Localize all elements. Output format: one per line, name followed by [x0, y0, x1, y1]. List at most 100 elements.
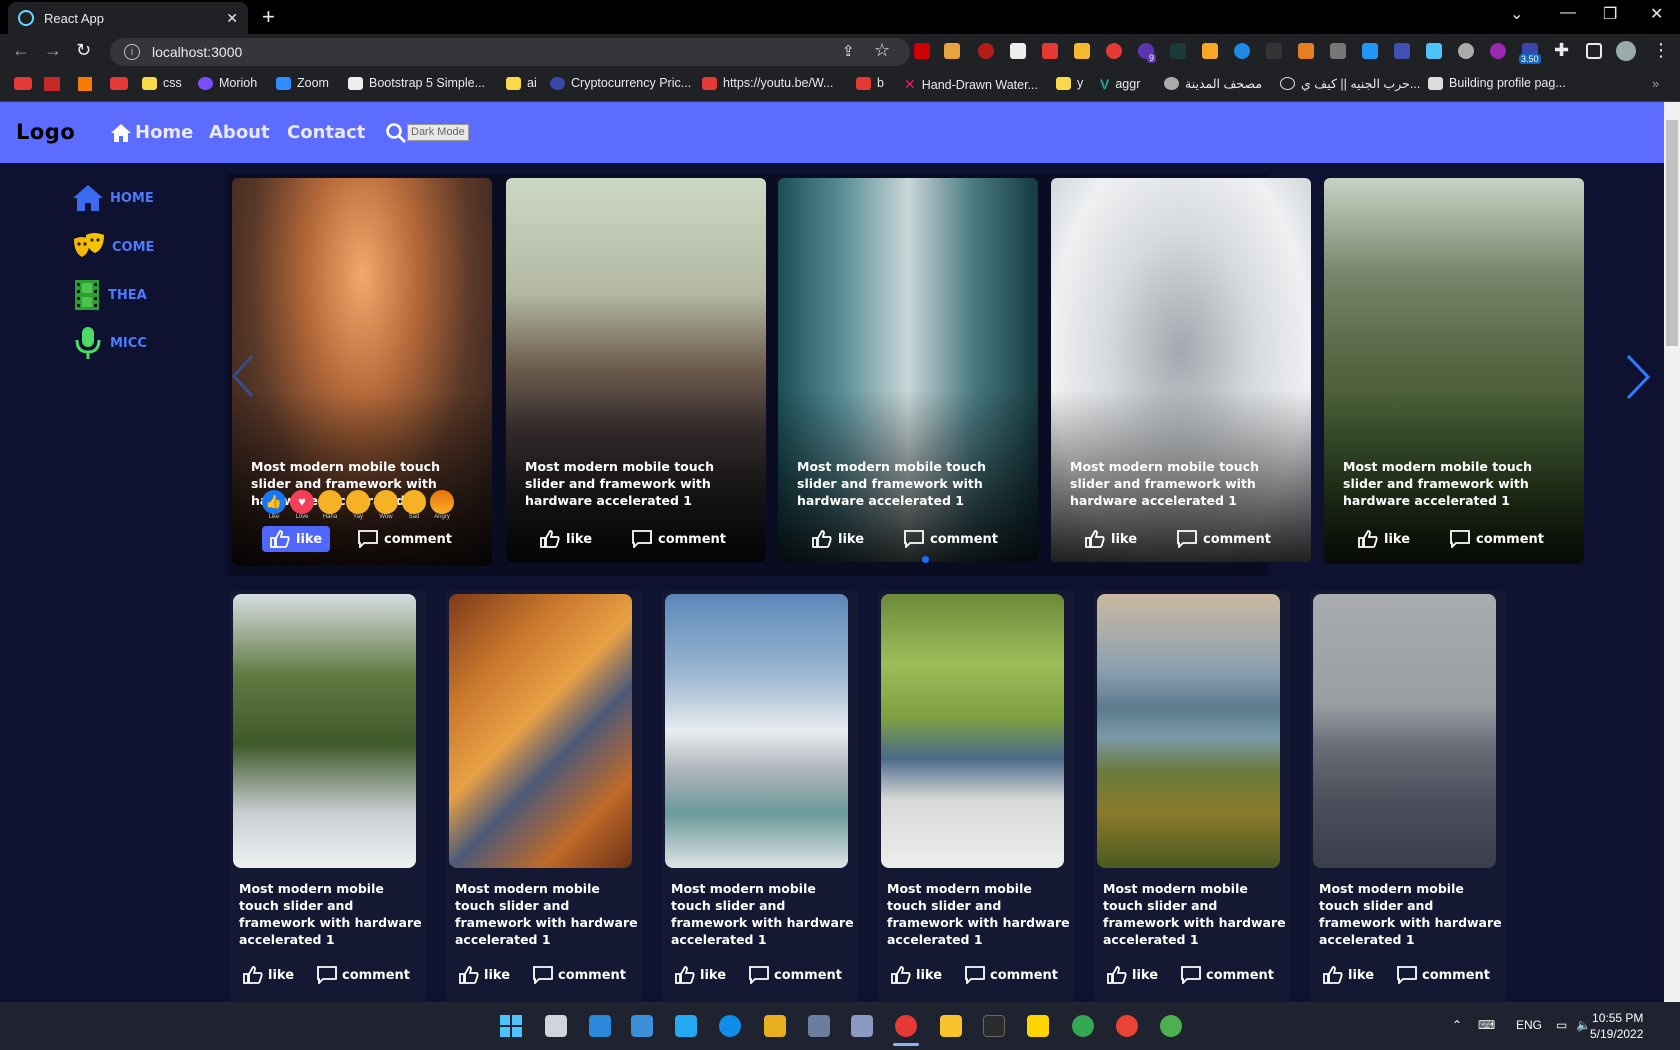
bookmark-bootstrap[interactable]: Bootstrap 5 Simple... [348, 76, 485, 90]
app-icon[interactable] [764, 1015, 786, 1037]
extension-icon[interactable] [1458, 43, 1474, 59]
forward-icon[interactable]: → [44, 40, 62, 61]
bookmark-star-icon[interactable]: ☆ [874, 40, 890, 61]
like-button[interactable]: like [812, 530, 864, 548]
grid-card[interactable]: Most modern mobile touch slider and fram… [1309, 590, 1507, 1004]
bookmark-profile-page[interactable]: Building profile pag... [1428, 76, 1566, 90]
reaction-yay[interactable]: Yay [346, 490, 370, 520]
app-icon[interactable] [1160, 1015, 1182, 1037]
bookmark-icon[interactable] [78, 77, 92, 91]
extension-icon[interactable] [1074, 43, 1090, 59]
extension-icon[interactable] [1170, 43, 1186, 59]
new-tab-button[interactable]: + [262, 4, 275, 30]
slider-card[interactable]: Most modern mobile touch slider and fram… [1051, 178, 1311, 562]
sidepanel-icon[interactable] [1586, 43, 1602, 59]
youtube-icon[interactable] [110, 77, 128, 90]
bookmark-y[interactable]: y [1056, 76, 1083, 90]
sidebar-item-comedy[interactable]: COME [72, 231, 154, 263]
youtube-icon[interactable] [1042, 43, 1058, 59]
like-button[interactable]: like [540, 530, 592, 548]
comment-button[interactable]: comment [904, 530, 998, 548]
chrome-icon[interactable] [1072, 1015, 1094, 1037]
comment-button[interactable]: comment [1397, 966, 1490, 984]
comment-button[interactable]: comment [1181, 966, 1274, 984]
grid-card[interactable]: Most modern mobile touch slider and fram… [877, 590, 1075, 1004]
scrollbar-thumb[interactable] [1666, 120, 1678, 346]
bookmark-arabic[interactable]: حرب الجنيه || كيف ي... [1280, 76, 1420, 91]
sidebar-item-theater[interactable]: THEA [72, 279, 147, 311]
extension-icon[interactable] [1330, 43, 1346, 59]
bookmark-aggr[interactable]: Vaggr [1100, 76, 1140, 92]
browser-tab[interactable]: React App ✕ [8, 2, 248, 34]
like-button[interactable]: like [1323, 966, 1374, 984]
comment-button[interactable]: comment [533, 966, 626, 984]
extension-icon[interactable] [944, 43, 960, 59]
grid-card[interactable]: Most modern mobile touch slider and fram… [661, 590, 859, 1004]
extension-icon[interactable] [1394, 43, 1410, 59]
grid-card[interactable]: Most modern mobile touch slider and fram… [445, 590, 643, 1004]
bookmark-icon[interactable] [44, 77, 60, 91]
chrome-icon[interactable] [895, 1015, 917, 1037]
reaction-sad[interactable]: Sad [402, 490, 426, 520]
like-button[interactable]: like [1085, 530, 1137, 548]
reaction-like[interactable]: 👍 Like [262, 490, 286, 520]
bookmark-css[interactable]: css [142, 76, 182, 90]
chrome-icon[interactable] [1116, 1015, 1138, 1037]
app-logo[interactable]: Logo [16, 120, 75, 144]
reload-icon[interactable]: ↻ [76, 40, 91, 61]
slider-next-icon[interactable] [1626, 354, 1650, 400]
like-button[interactable]: like [459, 966, 510, 984]
extension-icon[interactable] [1490, 43, 1506, 59]
tab-search-icon[interactable]: ⌄ [1510, 4, 1523, 24]
slider-card[interactable]: Most modern mobile touch slider and fram… [232, 178, 492, 566]
sidebar-item-home[interactable]: HOME [72, 184, 154, 212]
comment-button[interactable]: comment [317, 966, 410, 984]
extension-icon[interactable] [1010, 43, 1026, 59]
reaction-angry[interactable]: Angry [430, 490, 454, 520]
extension-icon[interactable] [1106, 43, 1122, 59]
like-button[interactable]: like [675, 966, 726, 984]
network-icon[interactable]: ▭ [1556, 1018, 1567, 1032]
close-tab-icon[interactable]: ✕ [226, 10, 238, 27]
comment-button[interactable]: comment [965, 966, 1058, 984]
extension-icon[interactable] [1362, 43, 1378, 59]
store-icon[interactable] [631, 1015, 653, 1037]
more-bookmarks-icon[interactable]: » [1652, 76, 1659, 91]
slider-card[interactable]: Most modern mobile touch slider and fram… [506, 178, 766, 562]
system-clock[interactable]: 10:55 PM 5/19/2022 [1590, 1010, 1643, 1042]
volume-icon[interactable]: 🔈 [1576, 1018, 1591, 1032]
reaction-love[interactable]: ♥ Love [290, 490, 314, 520]
extension-icon[interactable] [914, 43, 930, 59]
slider-prev-icon[interactable] [232, 354, 254, 398]
task-view-icon[interactable] [545, 1015, 567, 1037]
bookmark-mushaf[interactable]: مصحف المدينة [1164, 76, 1262, 91]
extension-icon[interactable] [1266, 43, 1282, 59]
bookmark-ai[interactable]: ai [506, 76, 537, 90]
extension-icon[interactable] [1426, 43, 1442, 59]
maximize-icon[interactable]: ❐ [1603, 4, 1617, 24]
terminal-icon[interactable] [983, 1015, 1005, 1037]
grid-card[interactable]: Most modern mobile touch slider and fram… [229, 590, 427, 1004]
app-icon[interactable] [589, 1015, 611, 1037]
bookmark-watercolor[interactable]: ✕ Hand-Drawn Water... [904, 76, 1038, 93]
bookmark-crypto[interactable]: Cryptocurrency Pric... [550, 76, 691, 90]
like-button[interactable]: like [262, 526, 331, 552]
file-explorer-icon[interactable] [940, 1015, 962, 1037]
profile-avatar[interactable] [1616, 41, 1636, 61]
like-button[interactable]: like [1358, 530, 1410, 548]
bookmark-youtube[interactable]: https://youtu.be/W... [702, 76, 833, 90]
menu-icon[interactable]: ⋮ [1652, 40, 1670, 61]
comment-button[interactable]: comment [1450, 530, 1544, 548]
like-button[interactable]: like [891, 966, 942, 984]
search-icon[interactable] [385, 122, 407, 144]
comment-button[interactable]: comment [749, 966, 842, 984]
reaction-wow[interactable]: Wow [374, 490, 398, 520]
nav-home[interactable]: Home [110, 122, 193, 143]
nav-contact[interactable]: Contact [287, 122, 365, 143]
like-button[interactable]: like [243, 966, 294, 984]
teamviewer-icon[interactable] [719, 1015, 741, 1037]
share-icon[interactable]: ⇪ [842, 42, 855, 60]
tray-chevron-icon[interactable]: ⌃ [1452, 1018, 1462, 1032]
keyboard-icon[interactable]: ⌨ [1478, 1018, 1495, 1032]
comment-button[interactable]: comment [358, 530, 452, 548]
